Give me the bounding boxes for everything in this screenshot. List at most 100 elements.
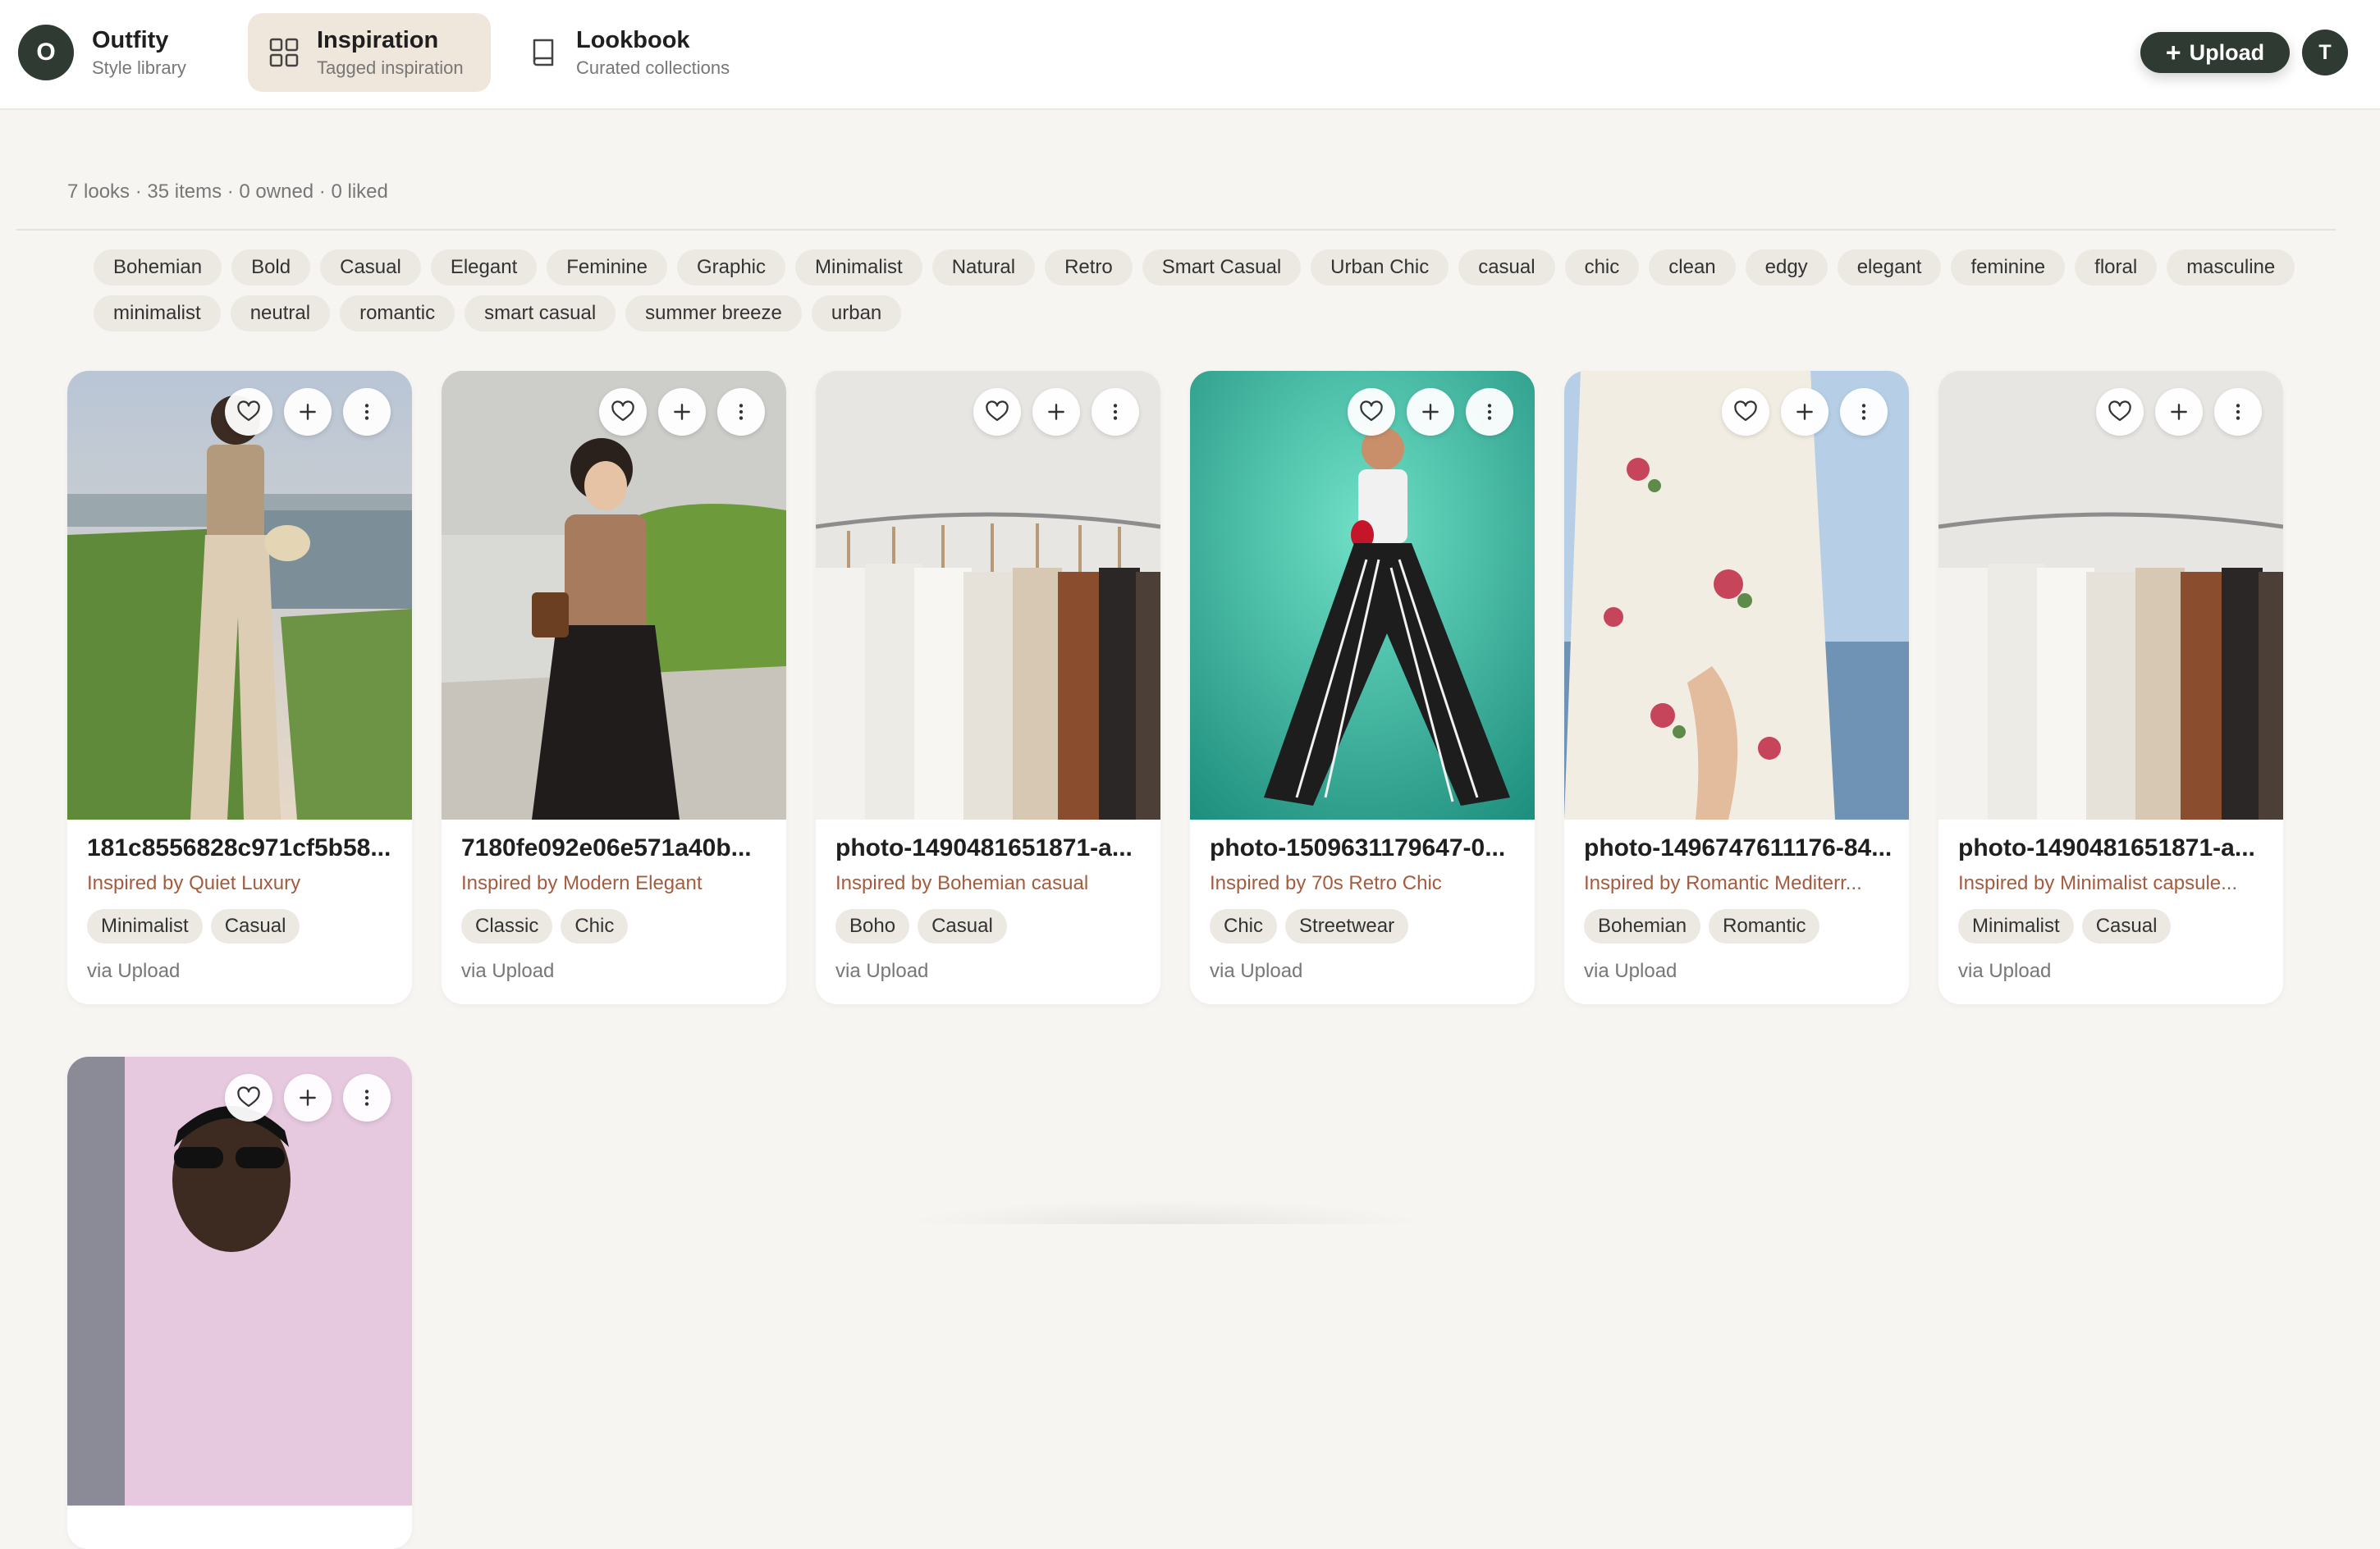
inspiration-card[interactable]: 181c8556828c971cf5b58... Inspired by Qui… <box>67 371 412 1004</box>
tag-chip[interactable]: chic <box>1564 249 1640 286</box>
card-tag-list: Boho Casual <box>835 909 1147 944</box>
inspiration-card[interactable]: photo-1490481651871-a... Inspired by Min… <box>1938 371 2283 1004</box>
card-tag[interactable]: Boho <box>835 909 910 944</box>
nav-inspiration[interactable]: Inspiration Tagged inspiration <box>248 13 491 92</box>
tag-chip[interactable]: Retro <box>1045 249 1133 286</box>
card-tag-list: Chic Streetwear <box>1210 909 1522 944</box>
tag-chip[interactable]: edgy <box>1745 249 1828 286</box>
like-button[interactable] <box>599 388 647 436</box>
tag-chip[interactable]: urban <box>811 295 902 331</box>
heart-icon <box>611 400 635 424</box>
inspiration-photo[interactable] <box>816 371 1160 820</box>
add-button[interactable] <box>658 388 706 436</box>
more-vertical-icon <box>1105 401 1126 423</box>
inspiration-photo[interactable] <box>1190 371 1535 820</box>
brand[interactable]: O Outfity Style library <box>18 25 186 80</box>
more-options-button[interactable] <box>1092 388 1139 436</box>
card-tag[interactable]: Bohemian <box>1584 909 1701 944</box>
inspiration-photo[interactable] <box>1564 371 1909 820</box>
tag-chip[interactable]: clean <box>1649 249 1736 286</box>
tag-chip[interactable]: casual <box>1458 249 1555 286</box>
plus-icon: + <box>2165 38 2181 67</box>
nav-lookbook[interactable]: Lookbook Curated collections <box>507 13 753 92</box>
tag-chip[interactable]: Feminine <box>547 249 667 286</box>
add-button[interactable] <box>284 1074 332 1122</box>
add-button[interactable] <box>1407 388 1454 436</box>
card-tag-list: Bohemian Romantic <box>1584 909 1896 944</box>
add-button[interactable] <box>1032 388 1080 436</box>
more-options-button[interactable] <box>1466 388 1513 436</box>
tag-chip[interactable]: elegant <box>1837 249 1942 286</box>
tag-chip[interactable]: Urban Chic <box>1311 249 1449 286</box>
heart-icon <box>985 400 1009 424</box>
more-vertical-icon <box>356 401 378 423</box>
tag-chip[interactable]: floral <box>2075 249 2158 286</box>
tag-chip[interactable]: Smart Casual <box>1142 249 1302 286</box>
add-button[interactable] <box>284 388 332 436</box>
card-tag[interactable]: Casual <box>2081 909 2172 944</box>
card-tag[interactable]: Minimalist <box>1958 909 2074 944</box>
inspiration-photo[interactable] <box>442 371 786 820</box>
inspiration-card[interactable]: photo-1490481651871-a... Inspired by Boh… <box>816 371 1160 1004</box>
more-options-button[interactable] <box>1840 388 1888 436</box>
like-button[interactable] <box>1348 388 1395 436</box>
card-tag[interactable]: Casual <box>918 909 1007 944</box>
add-button[interactable] <box>1781 388 1828 436</box>
upload-button[interactable]: + Upload <box>2140 32 2290 73</box>
more-options-button[interactable] <box>343 1074 391 1122</box>
card-tag[interactable]: Streetwear <box>1285 909 1409 944</box>
tag-chip[interactable]: Elegant <box>430 249 538 286</box>
inspiration-photo[interactable] <box>1938 371 2283 820</box>
card-tag[interactable]: Chic <box>561 909 629 944</box>
like-button[interactable] <box>225 388 272 436</box>
card-title: photo-1496747611176-84... <box>1584 834 1893 861</box>
inspiration-photo[interactable] <box>67 371 412 820</box>
app-header: O Outfity Style library Inspiration Tagg… <box>0 0 2380 110</box>
card-tag[interactable]: Chic <box>1210 909 1278 944</box>
tag-chip[interactable]: Minimalist <box>795 249 922 286</box>
card-tag[interactable]: Minimalist <box>87 909 203 944</box>
tag-chip[interactable]: smart casual <box>465 295 616 331</box>
tag-chip[interactable]: Bold <box>231 249 311 286</box>
add-button[interactable] <box>2155 388 2203 436</box>
tag-chip[interactable]: romantic <box>340 295 455 331</box>
more-options-button[interactable] <box>343 388 391 436</box>
card-title: 181c8556828c971cf5b58... <box>87 834 391 861</box>
inspiration-photo[interactable] <box>67 1057 412 1506</box>
nav-inspiration-title: Inspiration <box>317 27 439 53</box>
like-button[interactable] <box>2096 388 2144 436</box>
more-options-button[interactable] <box>2214 388 2262 436</box>
like-button[interactable] <box>1722 388 1769 436</box>
tag-chip[interactable]: Casual <box>320 249 421 286</box>
inspiration-card[interactable]: photo-1496747611176-84... Inspired by Ro… <box>1564 371 1909 1004</box>
tag-chip[interactable]: minimalist <box>94 295 221 331</box>
inspiration-card[interactable] <box>67 1057 412 1549</box>
plus-icon <box>1420 401 1441 423</box>
card-source: via Upload <box>87 960 181 982</box>
tag-chip[interactable]: Graphic <box>676 249 786 286</box>
inspiration-card[interactable]: 7180fe092e06e571a40b... Inspired by Mode… <box>442 371 786 1004</box>
user-avatar[interactable]: T <box>2302 30 2348 75</box>
like-button[interactable] <box>225 1074 272 1122</box>
card-tag[interactable]: Casual <box>210 909 300 944</box>
inspiration-card[interactable]: photo-1509631179647-0... Inspired by 70s… <box>1190 371 1535 1004</box>
tag-chip[interactable]: Bohemian <box>94 249 222 286</box>
brand-subtitle: Style library <box>92 57 186 78</box>
bottom-shadow <box>903 1199 1428 1224</box>
grid-icon <box>269 38 299 67</box>
heart-icon <box>236 1085 261 1110</box>
card-source: via Upload <box>1584 960 1677 982</box>
card-title: 7180fe092e06e571a40b... <box>461 834 752 861</box>
card-inspiration: Inspired by Romantic Mediterr... <box>1584 872 1862 894</box>
heart-icon <box>2108 400 2132 424</box>
like-button[interactable] <box>973 388 1021 436</box>
tag-chip[interactable]: masculine <box>2167 249 2295 286</box>
tag-chip[interactable]: summer breeze <box>625 295 802 331</box>
tag-chip[interactable]: Natural <box>931 249 1036 286</box>
card-tag[interactable]: Romantic <box>1709 909 1820 944</box>
tag-chip[interactable]: feminine <box>1951 249 2066 286</box>
more-options-button[interactable] <box>717 388 765 436</box>
card-tag[interactable]: Classic <box>461 909 553 944</box>
book-icon <box>533 39 554 66</box>
tag-chip[interactable]: neutral <box>230 295 331 331</box>
